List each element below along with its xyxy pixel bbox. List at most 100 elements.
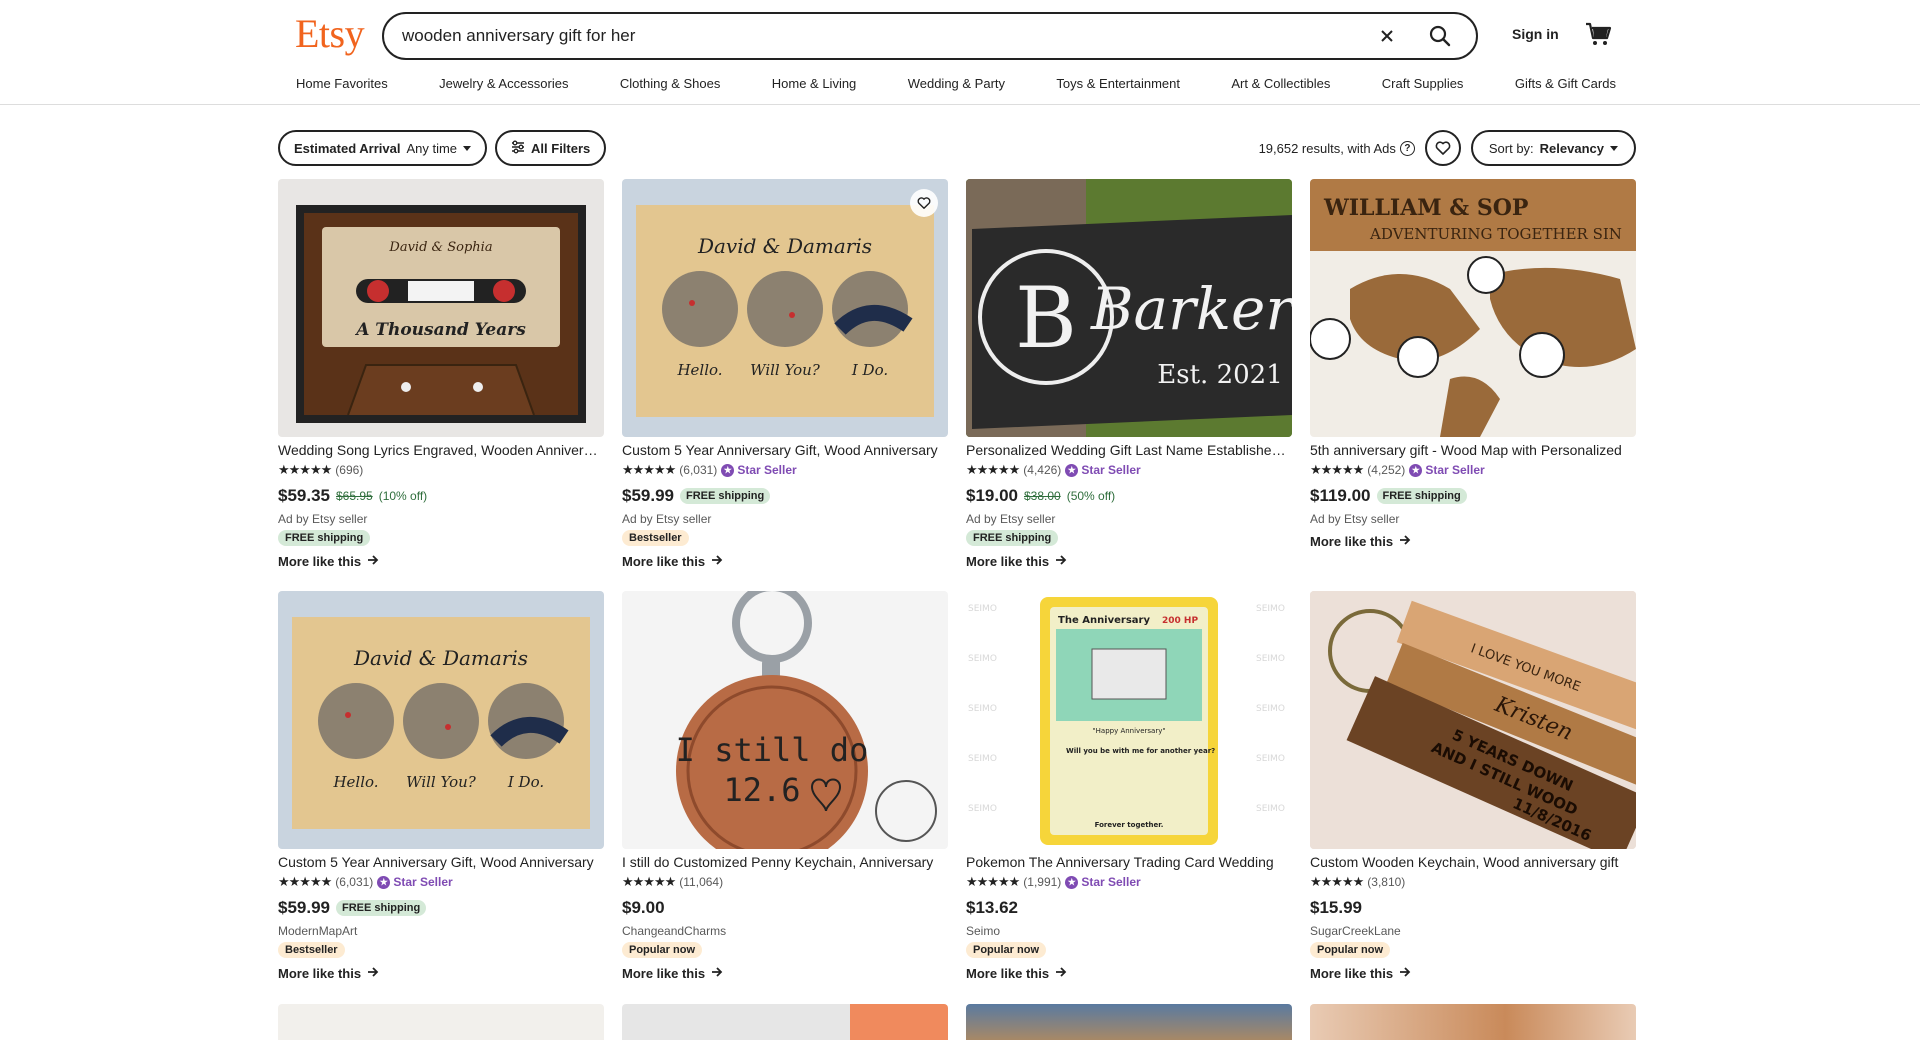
- category-clothing[interactable]: Clothing & Shoes: [620, 76, 720, 91]
- world-sub-text: ADVENTURING TOGETHER SIN: [1369, 225, 1622, 243]
- shop-name: Ad by Etsy seller: [1310, 512, 1400, 526]
- sign-in-link[interactable]: Sign in: [1512, 26, 1559, 42]
- star-rating: ★★★★★: [278, 874, 332, 889]
- listing-title[interactable]: Personalized Wedding Gift Last Name Esta…: [966, 442, 1292, 458]
- shop-name[interactable]: ModernMapArt: [278, 924, 604, 938]
- category-gifts[interactable]: Gifts & Gift Cards: [1515, 76, 1616, 91]
- search-icon[interactable]: [1420, 16, 1460, 56]
- more-like-this-link[interactable]: More like this: [966, 554, 1292, 569]
- arrow-right-icon: [1399, 534, 1411, 549]
- star-seller-badge: ★ Star Seller: [1065, 875, 1141, 889]
- cart-icon[interactable]: [1584, 20, 1614, 50]
- category-toys[interactable]: Toys & Entertainment: [1056, 76, 1180, 91]
- listing-title[interactable]: Pokemon The Anniversary Trading Card Wed…: [966, 854, 1292, 870]
- listing-card[interactable]: I LOVE YOU MORE Kristen 5 YEARS DOWN AND…: [1310, 591, 1636, 1003]
- arrow-right-icon: [1055, 966, 1067, 981]
- listing-image[interactable]: David & Damaris Hello. Will You? I Do.: [622, 179, 948, 437]
- star-rating: ★★★★★: [1310, 462, 1364, 477]
- map-ido-text: I Do.: [851, 361, 888, 379]
- listing-image[interactable]: I still do 12.6: [622, 591, 948, 849]
- more-like-this-link[interactable]: More like this: [622, 554, 948, 569]
- caret-down-icon: [463, 145, 472, 151]
- shop-name[interactable]: ChangeandCharms: [622, 924, 948, 938]
- category-home-favorites[interactable]: Home Favorites: [296, 76, 388, 91]
- card-caption-text: "Happy Anniversary": [1092, 727, 1165, 735]
- more-like-this-link[interactable]: More like this: [278, 554, 604, 569]
- listing-card[interactable]: SEIMO SEIMO SEIMO SEIMO SEIMO SEIMO SEIM…: [966, 591, 1292, 1003]
- more-like-this-label: More like this: [278, 554, 362, 569]
- cassette-names-text: David & Sophia: [388, 240, 492, 255]
- sign-name-text: Barker: [1090, 275, 1292, 343]
- listing-image[interactable]: I LOVE YOU MORE Kristen 5 YEARS DOWN AND…: [1310, 591, 1636, 849]
- listing-title[interactable]: Wedding Song Lyrics Engraved, Wooden Ann…: [278, 442, 604, 458]
- map-names-text: David & Damaris: [353, 646, 528, 670]
- listing-card[interactable]: WILLIAM & SOP ADVENTURING TOGETHER SIN 5…: [1310, 179, 1636, 591]
- etsy-logo[interactable]: Etsy: [295, 10, 365, 57]
- listing-image[interactable]: SEIMO SEIMO SEIMO SEIMO SEIMO SEIMO SEIM…: [966, 591, 1292, 849]
- listing-title[interactable]: Custom 5 Year Anniversary Gift, Wood Ann…: [278, 854, 604, 870]
- more-like-this-link[interactable]: More like this: [966, 966, 1292, 981]
- search-bar[interactable]: wooden anniversary gift for her: [382, 12, 1478, 60]
- listing-title[interactable]: I still do Customized Penny Keychain, An…: [622, 854, 948, 870]
- listing-card[interactable]: David & Sophia A Thousand Years Wedding …: [278, 179, 604, 591]
- shop-name[interactable]: SugarCreekLane: [1310, 924, 1636, 938]
- price-row: $59.99 FREE shipping: [622, 486, 948, 506]
- listing-image[interactable]: [1310, 1004, 1636, 1040]
- listing-rating: ★★★★★ (4,252) ★ Star Seller: [1310, 462, 1636, 478]
- category-art[interactable]: Art & Collectibles: [1231, 76, 1330, 91]
- listing-card[interactable]: B Barker Est. 2021 Personalized Wedding …: [966, 179, 1292, 591]
- listing-image[interactable]: David & Damaris Hello. Will You? I Do.: [278, 591, 604, 849]
- free-shipping-badge: FREE shipping: [278, 530, 371, 546]
- listing-image[interactable]: [622, 1004, 948, 1040]
- price: $15.99: [1310, 898, 1362, 917]
- category-wedding[interactable]: Wedding & Party: [908, 76, 1005, 91]
- listing-image[interactable]: [278, 1004, 604, 1040]
- shop-name[interactable]: Seimo: [966, 924, 1292, 938]
- favorite-heart-icon[interactable]: [910, 189, 938, 217]
- estimated-arrival-filter[interactable]: Estimated Arrival Any time: [278, 130, 488, 166]
- listing-rating: ★★★★★ (11,064): [622, 874, 948, 890]
- star-rating: ★★★★★: [1310, 874, 1364, 889]
- price: $59.35: [278, 486, 330, 505]
- help-icon[interactable]: ?: [1399, 140, 1415, 156]
- map-ido-text: I Do.: [507, 773, 544, 791]
- clear-icon[interactable]: [1372, 21, 1402, 51]
- category-home-living[interactable]: Home & Living: [772, 76, 857, 91]
- popular-now-badge: Popular now: [1310, 942, 1390, 958]
- arrow-right-icon: [711, 966, 723, 981]
- more-like-this-link[interactable]: More like this: [622, 966, 948, 981]
- listing-image[interactable]: David & Sophia A Thousand Years: [278, 179, 604, 437]
- arrow-right-icon: [1399, 966, 1411, 981]
- price-row: $13.62: [966, 898, 1292, 918]
- more-like-this-link[interactable]: More like this: [278, 966, 604, 981]
- review-count: (696): [335, 463, 364, 477]
- watermark-text: SEIMO: [1256, 704, 1285, 714]
- listing-title[interactable]: Custom Wooden Keychain, Wood anniversary…: [1310, 854, 1636, 870]
- listing-image[interactable]: WILLIAM & SOP ADVENTURING TOGETHER SIN: [1310, 179, 1636, 437]
- shop-name: Ad by Etsy seller: [278, 512, 368, 526]
- save-search-button[interactable]: [1424, 130, 1461, 166]
- original-price: $65.95: [336, 489, 373, 503]
- all-filters-button[interactable]: All Filters: [495, 130, 607, 166]
- star-seller-label: Star Seller: [1081, 463, 1141, 477]
- listing-image[interactable]: [966, 1004, 1292, 1040]
- listing-card[interactable]: David & Damaris Hello. Will You? I Do. C…: [622, 179, 948, 591]
- watermark-text: SEIMO: [1256, 654, 1285, 664]
- listing-card[interactable]: David & Damaris Hello. Will You? I Do. C…: [278, 591, 604, 1003]
- listing-title[interactable]: Custom 5 Year Anniversary Gift, Wood Ann…: [622, 442, 948, 458]
- review-count: (11,064): [679, 875, 724, 889]
- more-like-this-link[interactable]: More like this: [1310, 534, 1636, 549]
- category-craft[interactable]: Craft Supplies: [1382, 76, 1464, 91]
- arrow-right-icon: [367, 554, 379, 569]
- sort-dropdown[interactable]: Sort by: Relevancy: [1470, 130, 1636, 166]
- category-nav: Home Favorites Jewelry & Accessories Clo…: [296, 76, 1616, 91]
- more-like-this-link[interactable]: More like this: [1310, 966, 1636, 981]
- category-jewelry[interactable]: Jewelry & Accessories: [439, 76, 568, 91]
- more-like-this-label: More like this: [622, 966, 706, 981]
- bestseller-badge: Bestseller: [278, 942, 345, 958]
- listing-card[interactable]: I still do 12.6 I still do Customized Pe…: [622, 591, 948, 1003]
- listing-title[interactable]: 5th anniversary gift - Wood Map with Per…: [1310, 442, 1636, 458]
- listing-image[interactable]: B Barker Est. 2021: [966, 179, 1292, 437]
- price: $13.62: [966, 898, 1018, 917]
- search-input[interactable]: wooden anniversary gift for her: [402, 26, 1372, 46]
